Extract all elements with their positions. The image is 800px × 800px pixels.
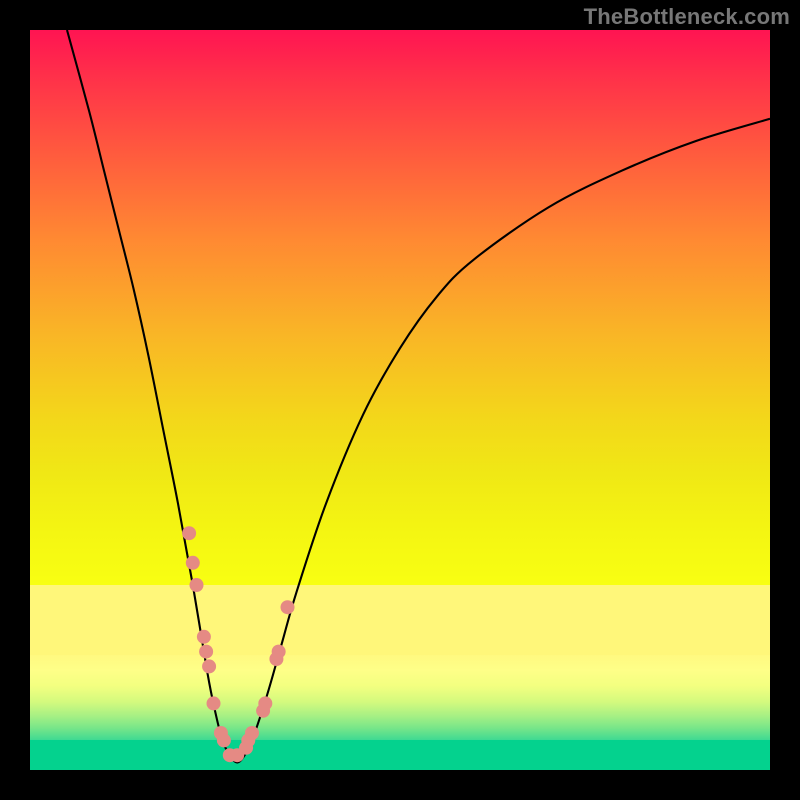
data-dot — [281, 600, 295, 614]
data-dot — [182, 526, 196, 540]
bottleneck-curve — [67, 30, 770, 763]
data-dot — [186, 556, 200, 570]
data-dot — [199, 645, 213, 659]
data-dot — [258, 696, 272, 710]
data-dot — [245, 726, 259, 740]
data-dots-group — [182, 526, 294, 762]
chart-stage: TheBottleneck.com — [0, 0, 800, 800]
data-dot — [272, 645, 286, 659]
data-dot — [197, 630, 211, 644]
chart-overlay — [30, 30, 770, 770]
watermark-text: TheBottleneck.com — [584, 4, 790, 30]
data-dot — [217, 733, 231, 747]
data-dot — [207, 696, 221, 710]
data-dot — [202, 659, 216, 673]
data-dot — [190, 578, 204, 592]
